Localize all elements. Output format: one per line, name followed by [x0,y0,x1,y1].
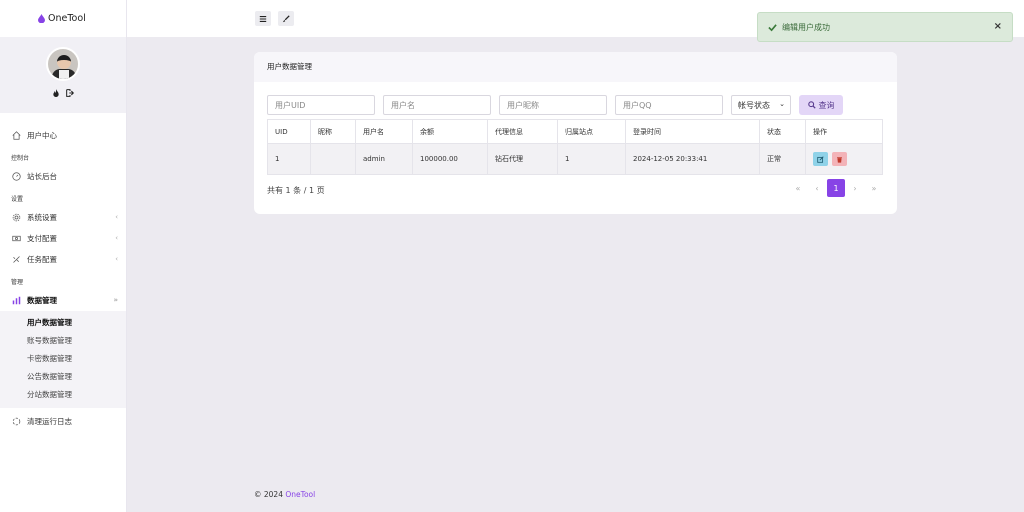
col-balance: 余额 [412,119,488,144]
sidebar-item-system-settings[interactable]: 系统设置 ‹ [0,207,126,228]
cell-site: 1 [557,143,626,175]
sidebar-item-data-management[interactable]: 数据管理 » [0,290,126,311]
trash-icon [837,156,842,163]
cell-uid: 1 [267,143,311,175]
qq-input[interactable]: 用户QQ [615,95,723,115]
user-table: UID 昵称 用户名 余额 代理信息 归属站点 登录时间 状态 操作 1 adm… [267,119,883,175]
cell-username: admin [355,143,413,175]
sidebar-nav: 用户中心 控制台 站长后台 设置 系统设置 ‹ 支付配置 ‹ 任务配置 ‹ 管理… [0,113,126,432]
sidebar-item-clear-logs[interactable]: 清理运行日志 [0,411,126,432]
hamburger-icon [259,15,267,22]
chevron-left-icon: ‹ [115,234,118,242]
delete-button[interactable] [832,152,847,166]
flame-logo-icon [38,14,45,23]
submenu-item-card-data[interactable]: 卡密数据管理 [0,350,126,368]
brand-logo[interactable]: OneTool [0,0,126,37]
first-page-button[interactable]: « [789,179,807,197]
footer-brand-link[interactable]: OneTool [285,490,315,499]
cell-nickname [310,143,356,175]
search-button[interactable]: 查询 [799,95,843,115]
section-manage: 管理 [11,279,24,286]
search-icon [807,101,816,109]
last-page-button[interactable]: » [865,179,883,197]
next-page-button[interactable]: › [846,179,864,197]
data-management-submenu: 用户数据管理 账号数据管理 卡密数据管理 公告数据管理 分站数据管理 [0,311,126,408]
footer: © 2024 OneTool [254,490,315,499]
cell-status: 正常 [759,143,806,175]
prev-page-button[interactable]: ‹ [808,179,826,197]
cell-balance: 100000.00 [412,143,488,175]
edit-icon [817,155,824,163]
copyright-text: © 2024 [254,490,283,499]
pagination: « ‹ 1 › » [788,179,883,197]
money-icon [12,235,21,242]
filter-bar: 用户UID 用户名 用户昵称 用户QQ 帐号状态 ⌄ 查询 [267,95,843,115]
bar-chart-icon [12,296,21,305]
submenu-item-account-data[interactable]: 账号数据管理 [0,332,126,350]
col-agent: 代理信息 [487,119,558,144]
theme-brush-button[interactable] [278,11,294,26]
sidebar-item-payment-config[interactable]: 支付配置 ‹ [0,228,126,249]
user-profile [0,37,126,113]
avatar[interactable] [46,47,80,81]
status-select[interactable]: 帐号状态 ⌄ [731,95,791,115]
cell-actions [805,143,883,175]
gear-icon [12,213,21,222]
brand-name: OneTool [48,13,86,24]
col-site: 归属站点 [557,119,626,144]
username-input[interactable]: 用户名 [383,95,491,115]
check-icon [768,23,777,31]
cell-login-time: 2024-12-05 20:33:41 [625,143,760,175]
spinner-icon [12,417,21,426]
pagination-summary: 共有 1 条 / 1 页 [267,186,325,195]
col-login-time: 登录时间 [625,119,760,144]
brush-icon [282,14,290,22]
table-header-row: UID 昵称 用户名 余额 代理信息 归属站点 登录时间 状态 操作 [267,119,883,144]
edit-button[interactable] [813,152,828,166]
col-uid: UID [267,119,311,144]
success-toast: 编辑用户成功 × [757,12,1013,42]
cell-agent: 钻石代理 [487,143,558,175]
col-actions: 操作 [805,119,883,144]
toast-message: 编辑用户成功 [782,22,830,32]
chevron-left-icon: ‹ [115,213,118,221]
fire-icon[interactable] [52,89,60,97]
close-icon[interactable]: × [994,21,1002,32]
sidebar-item-admin-backend[interactable]: 站长后台 [0,166,126,187]
sidebar: OneTool 用户中心 控制台 站长后台 设置 系统设置 ‹ 支付配置 ‹ 任… [0,0,127,512]
uid-input[interactable]: 用户UID [267,95,375,115]
user-data-card: 用户数据管理 用户UID 用户名 用户昵称 用户QQ 帐号状态 ⌄ 查询 UID… [254,52,897,214]
logout-icon[interactable] [66,89,74,97]
col-username: 用户名 [355,119,413,144]
sidebar-item-task-config[interactable]: 任务配置 ‹ [0,249,126,270]
tasks-icon [13,256,20,263]
sidebar-item-user-center[interactable]: 用户中心 [0,125,126,146]
section-console: 控制台 [11,155,30,162]
home-icon [12,131,21,140]
dashboard-icon [12,172,21,181]
table-row: 1 admin 100000.00 钻石代理 1 2024-12-05 20:3… [267,143,883,175]
chevron-down-icon: ⌄ [779,100,785,108]
menu-toggle-button[interactable] [255,11,271,26]
nickname-input[interactable]: 用户昵称 [499,95,607,115]
submenu-item-user-data[interactable]: 用户数据管理 [0,314,126,332]
current-page-button[interactable]: 1 [827,179,845,197]
section-settings: 设置 [11,196,24,203]
col-status: 状态 [759,119,806,144]
chevron-left-icon: ‹ [115,255,118,263]
submenu-item-notice-data[interactable]: 公告数据管理 [0,368,126,386]
submenu-item-substation-data[interactable]: 分站数据管理 [0,386,126,404]
card-title: 用户数据管理 [254,52,897,82]
chevron-double-down-icon: » [113,296,118,304]
col-nickname: 昵称 [310,119,356,144]
